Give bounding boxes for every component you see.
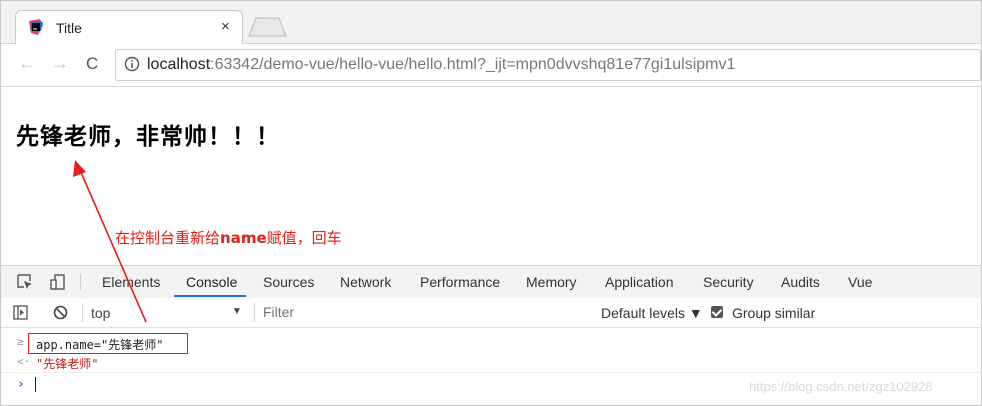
page-heading: 先锋老师，非常帅！！！ <box>16 124 280 150</box>
annotation-text: 在控制台重新给name赋值，回车 <box>115 227 342 248</box>
address-bar[interactable]: localhost:63342/demo-vue/hello-vue/hello… <box>115 49 981 81</box>
browser-window: Title × ← → C localhost:63342/demo-vue/h… <box>0 0 982 406</box>
toolbar-separator <box>82 303 83 322</box>
console-toolbar: top ▼ Default levels ▼ Group similar <box>1 298 981 328</box>
browser-tab[interactable]: Title × <box>15 10 243 44</box>
tab-elements[interactable]: Elements <box>102 274 160 290</box>
tab-vue[interactable]: Vue <box>848 274 872 290</box>
reload-icon[interactable]: C <box>86 54 98 74</box>
tab-security[interactable]: Security <box>703 274 754 290</box>
tab-network[interactable]: Network <box>340 274 391 290</box>
inspect-element-icon[interactable] <box>17 274 33 290</box>
devtools-separator <box>80 274 81 290</box>
group-similar-checkbox[interactable] <box>711 306 723 318</box>
active-tab-indicator <box>174 295 246 297</box>
toolbar-separator <box>254 303 255 322</box>
text-caret <box>35 377 36 392</box>
console-input-line: ≥ app.name="先锋老师" <box>1 333 981 354</box>
address-url: localhost:63342/demo-vue/hello-vue/hello… <box>147 56 735 74</box>
new-tab-button[interactable] <box>247 17 287 37</box>
input-marker: ≥ <box>17 335 24 348</box>
tab-performance[interactable]: Performance <box>420 274 500 290</box>
url-host: localhost <box>147 56 211 73</box>
group-similar-label: Group similar <box>732 305 816 321</box>
forward-arrow-icon[interactable]: → <box>51 53 69 74</box>
webstorm-favicon-icon <box>29 19 43 35</box>
context-dropdown-icon[interactable]: ▼ <box>232 306 242 317</box>
devtools-tabbar: Elements Console Sources Network Perform… <box>1 265 981 299</box>
console-result-line: <· "先锋老师" <box>1 355 981 371</box>
annotation-prefix: 在控制台重新给 <box>115 229 221 247</box>
sidebar-toggle-icon[interactable] <box>13 305 28 320</box>
tab-audits[interactable]: Audits <box>781 274 820 290</box>
tab-application[interactable]: Application <box>605 274 674 290</box>
url-path: :63342/demo-vue/hello-vue/hello.html?_ij… <box>210 56 736 73</box>
log-levels-dropdown[interactable]: Default levels ▼ <box>601 305 703 321</box>
context-selector[interactable]: top <box>91 305 110 321</box>
tab-sources[interactable]: Sources <box>263 274 314 290</box>
browser-toolbar: ← → C localhost:63342/demo-vue/hello-vue… <box>1 44 981 87</box>
tab-title: Title <box>56 20 82 36</box>
clear-console-icon[interactable] <box>53 305 68 320</box>
console-result: "先锋老师" <box>36 357 99 371</box>
tab-close-icon[interactable]: × <box>221 18 230 35</box>
back-arrow-icon[interactable]: ← <box>18 53 36 74</box>
info-icon[interactable] <box>124 56 140 72</box>
prompt-chevron-icon: › <box>17 377 25 392</box>
page-content: 先锋老师，非常帅！！！ 在控制台重新给name赋值，回车 <box>1 87 981 263</box>
tab-strip: Title × <box>1 1 981 44</box>
device-toggle-icon[interactable] <box>50 274 66 290</box>
console-command: app.name="先锋老师" <box>36 338 164 352</box>
annotation-bold: name <box>220 229 267 247</box>
watermark: https://blog.csdn.net/zgz102928 <box>749 379 933 394</box>
tab-console[interactable]: Console <box>186 274 237 290</box>
tab-memory[interactable]: Memory <box>526 274 577 290</box>
console-output: ≥ app.name="先锋老师" <· "先锋老师" › https://bl… <box>1 328 981 405</box>
output-marker: <· <box>17 355 31 368</box>
annotation-suffix: 赋值，回车 <box>266 229 342 247</box>
filter-input[interactable] <box>263 302 589 322</box>
